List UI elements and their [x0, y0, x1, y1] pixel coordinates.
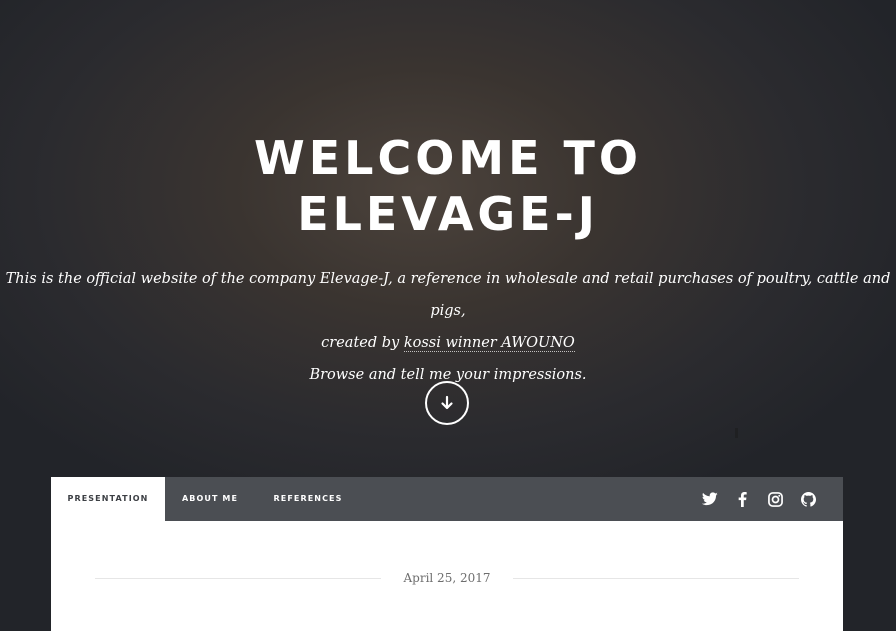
- post-date-row: April 25, 2017: [95, 567, 799, 589]
- page-title: WELCOME TO ELEVAGE-J: [0, 130, 896, 242]
- facebook-link[interactable]: [731, 488, 753, 510]
- tab-presentation[interactable]: PRESENTATION: [51, 477, 165, 521]
- instagram-link[interactable]: [764, 488, 786, 510]
- instagram-icon: [767, 491, 783, 507]
- hero-section: WELCOME TO ELEVAGE-J This is the officia…: [0, 0, 896, 477]
- twitter-link[interactable]: [699, 488, 721, 510]
- main-nav: PRESENTATION ABOUT ME REFERENCES: [51, 477, 843, 521]
- twitter-icon: [702, 492, 718, 506]
- facebook-icon: [738, 491, 747, 507]
- date-divider-left: [95, 578, 381, 579]
- github-icon: [800, 491, 816, 507]
- tab-about-me[interactable]: ABOUT ME: [174, 477, 246, 521]
- title-line-2: ELEVAGE-J: [297, 187, 599, 241]
- github-link[interactable]: [797, 488, 819, 510]
- arrow-down-icon: [441, 395, 453, 410]
- date-divider-right: [513, 578, 799, 579]
- intro-text: This is the official website of the comp…: [0, 263, 896, 391]
- title-line-1: WELCOME TO: [253, 131, 643, 185]
- intro-line-2-prefix: created by: [321, 335, 404, 351]
- main-content-panel: PRESENTATION ABOUT ME REFERENCES April 2…: [51, 477, 843, 631]
- author-link[interactable]: kossi winner AWOUNO: [403, 335, 575, 352]
- decorative-speck: [735, 428, 738, 438]
- post-date: April 25, 2017: [403, 571, 491, 585]
- intro-line-1: This is the official website of the comp…: [5, 271, 891, 319]
- tab-references[interactable]: REFERENCES: [264, 477, 352, 521]
- scroll-down-button[interactable]: [425, 381, 469, 425]
